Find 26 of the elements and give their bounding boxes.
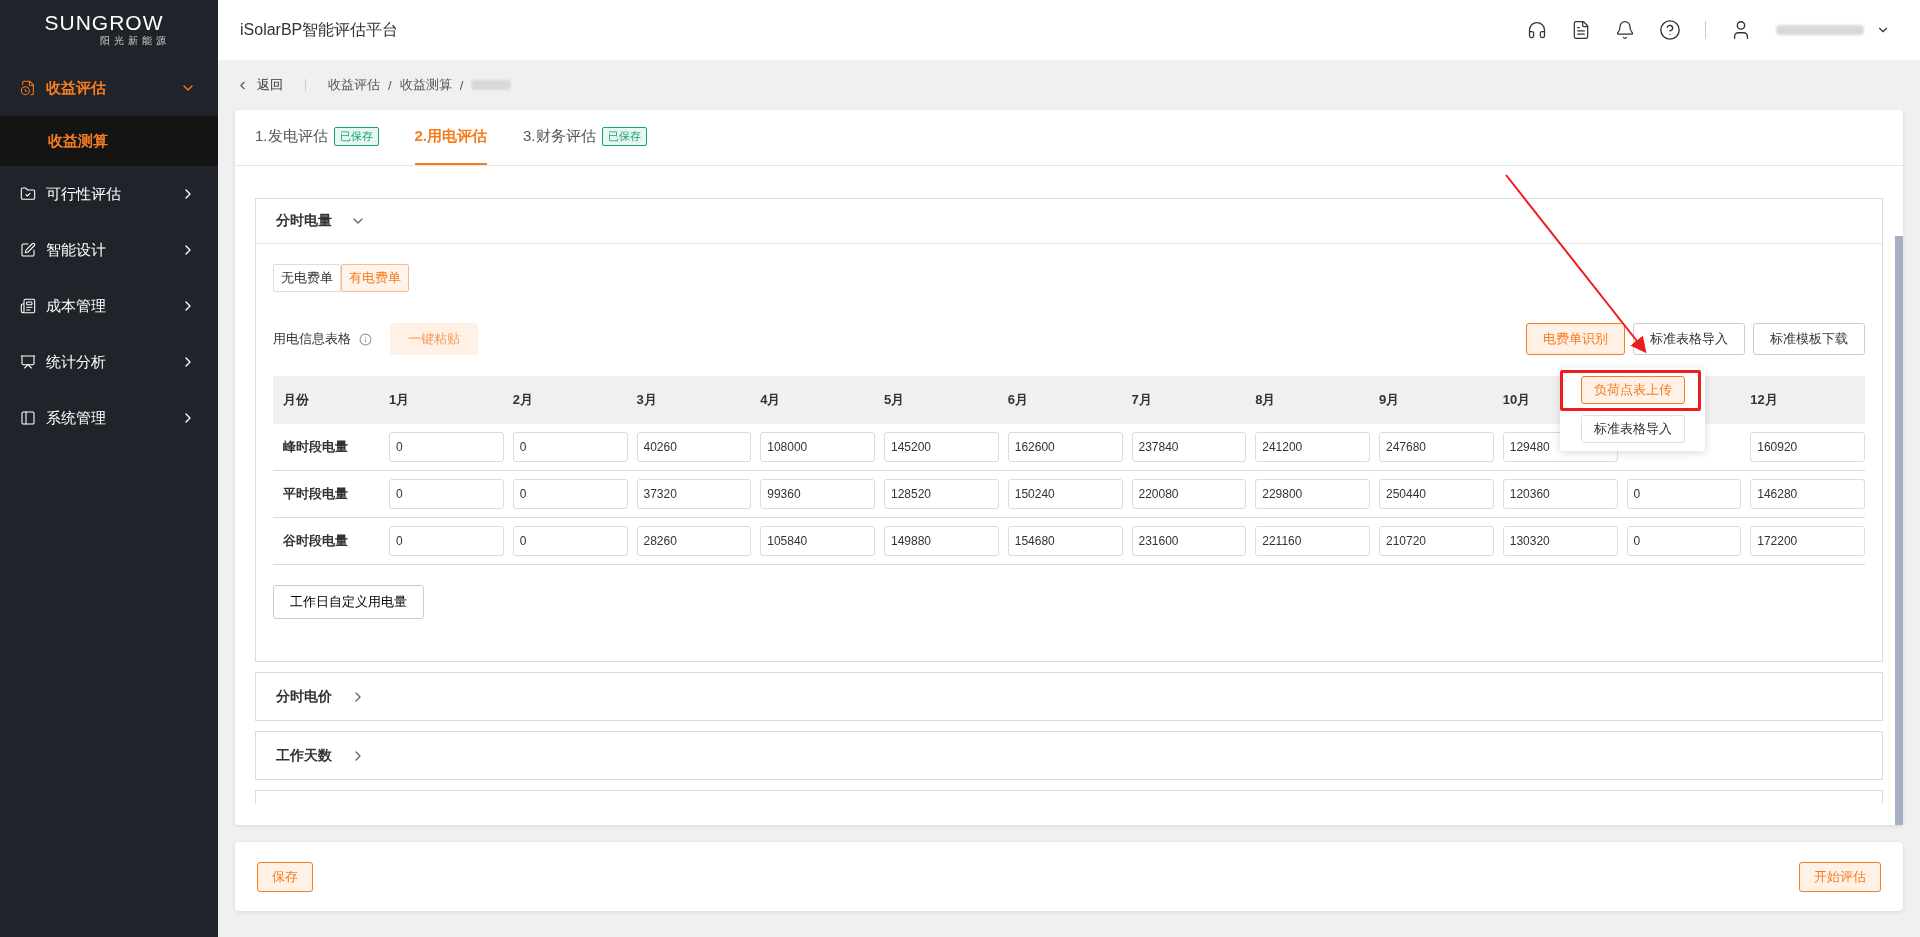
logo-wordmark: SUNGROW [44, 12, 164, 34]
column-header: 8月 [1255, 391, 1277, 409]
row-label: 峰时段电量 [282, 438, 349, 456]
column-header: 2月 [512, 391, 534, 409]
panel-title: 工作天数 [276, 746, 332, 765]
column-header: 3月 [636, 391, 658, 409]
column-header: 12月 [1750, 391, 1779, 409]
column-header: 月份 [282, 391, 310, 409]
saved-badge: 已保存 [333, 127, 379, 146]
column-header: 5月 [884, 391, 906, 409]
table-label: 用电信息表格 [273, 330, 351, 348]
app-title: iSolarBP智能评估平台 [240, 19, 400, 40]
saved-badge: 已保存 [601, 127, 647, 146]
panel-title: 分时电量 [276, 212, 332, 230]
column-header: 1月 [389, 391, 411, 409]
breadcrumb-separator: / [459, 77, 464, 93]
column-header: 7月 [1131, 391, 1153, 409]
breadcrumb-separator: / [388, 77, 392, 93]
row-label: 平时段电量 [282, 485, 349, 503]
column-header: 9月 [1379, 391, 1401, 409]
logo-subtitle: 阳光新能源 [100, 34, 170, 48]
column-header: 6月 [1007, 391, 1029, 409]
column-header: 10月 [1502, 391, 1532, 409]
column-header: 4月 [760, 391, 782, 409]
panel-title: 分时电价 [276, 687, 332, 706]
row-label: 谷时段电量 [282, 532, 349, 550]
